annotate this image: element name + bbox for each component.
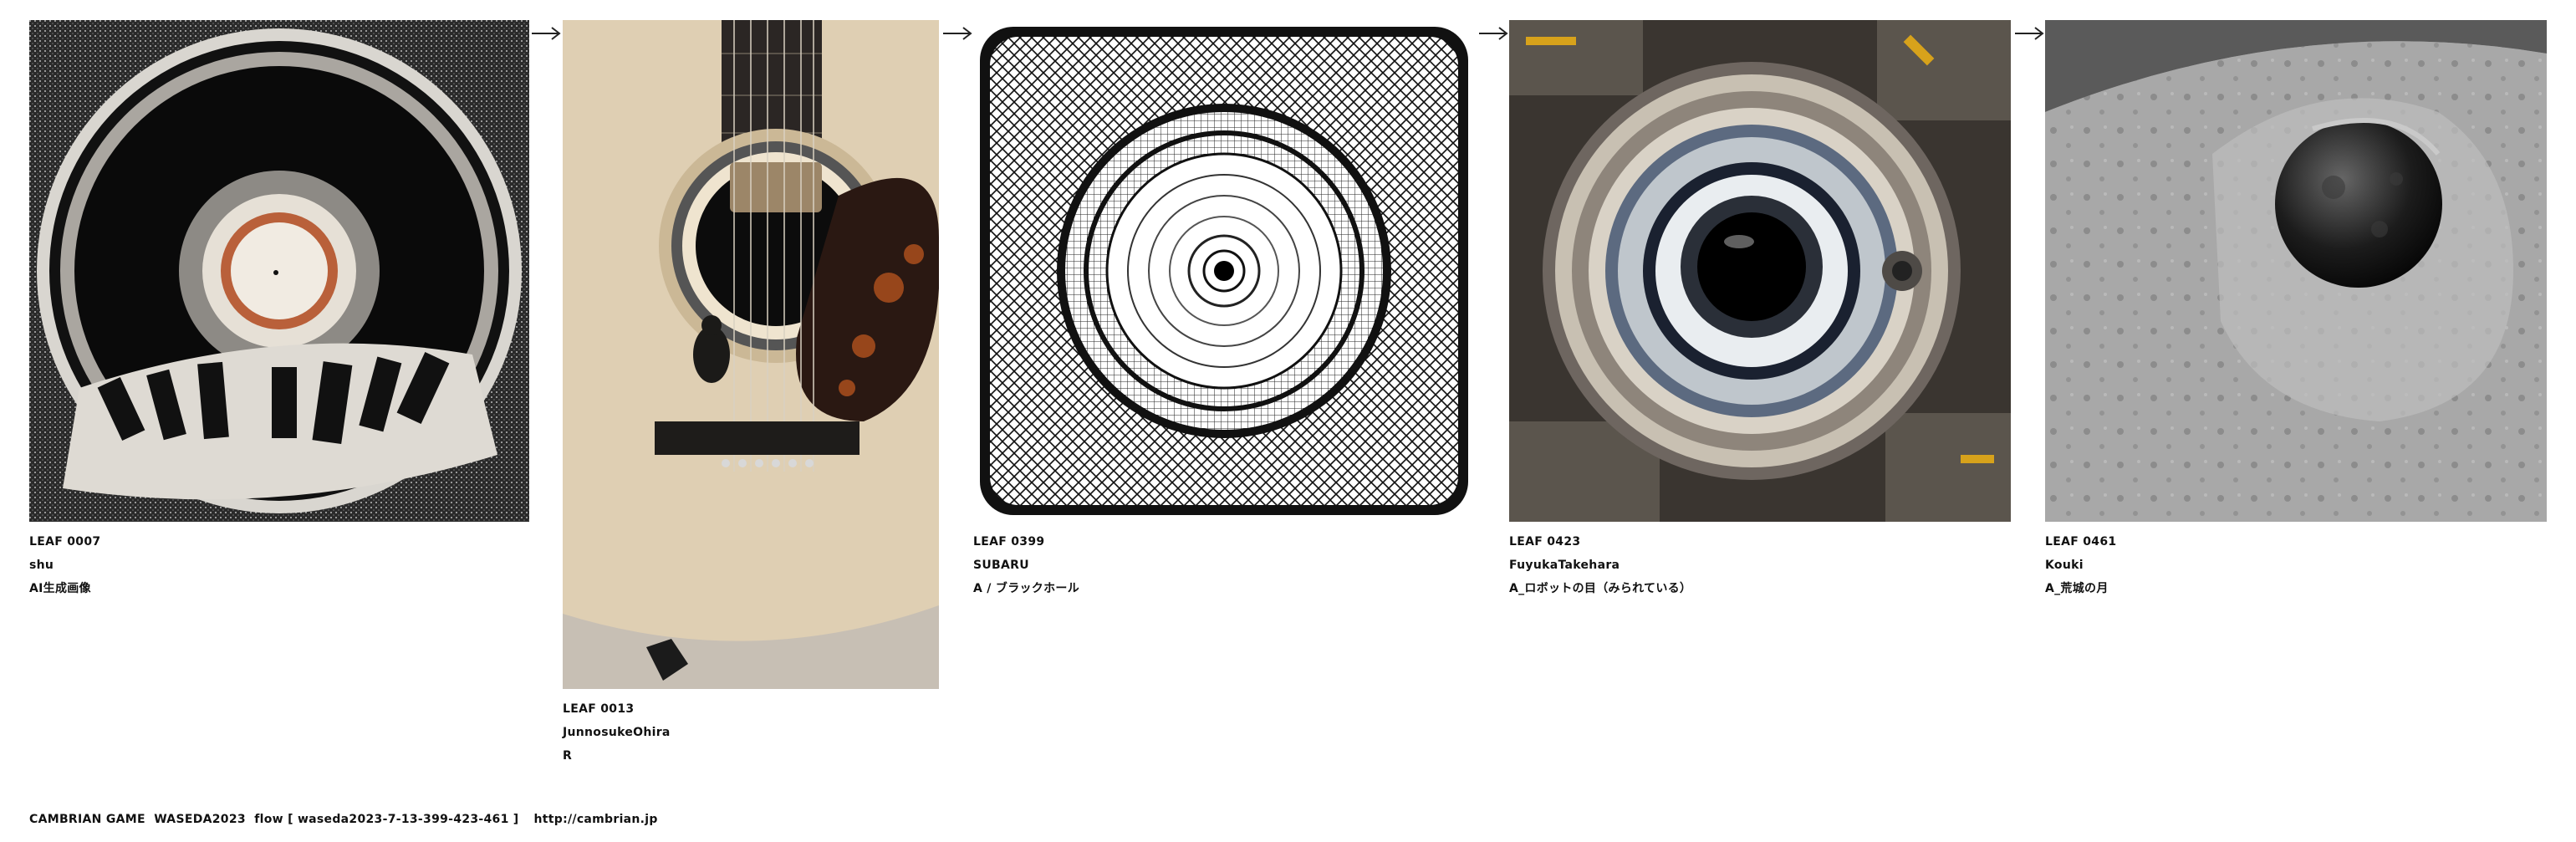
leaf-id: LEAF 0399 [973,535,1045,549]
leaf-card-0007[interactable]: LEAF 0007 shu AI生成画像 [29,20,529,600]
leaf-card-0399[interactable]: LEAF 0399 SUBARU A / ブラックホール [973,20,1475,600]
leaf-author: SUBARU [973,559,1029,572]
leaf-card-0423[interactable]: LEAF 0423 FuyukaTakehara A_ロボットの目（みられている… [1509,20,2011,600]
arrow-right-icon [1479,27,1508,40]
footer-link[interactable]: http://cambrian.jp [534,813,658,826]
footer-text: CAMBRIAN GAME WASEDA2023 flow [ waseda20… [29,813,519,826]
arrow-right-icon [943,27,972,40]
arrow-right-icon [2015,27,2044,40]
moon-surface-image[interactable] [2045,20,2547,522]
robot-eye-image[interactable] [1509,20,2011,522]
leaf-author: shu [29,559,54,572]
footer: CAMBRIAN GAME WASEDA2023 flow [ waseda20… [29,813,658,826]
leaf-title: A_荒城の月 [2045,582,2109,595]
leaf-author: JunnosukeOhira [563,726,671,739]
leaf-author: FuyukaTakehara [1509,559,1620,572]
guitar-beetle-photo[interactable] [563,20,939,689]
leaf-id: LEAF 0013 [563,702,635,716]
leaf-id: LEAF 0007 [29,535,101,549]
arrow-right-icon [532,27,561,40]
leaf-title: A_ロボットの目（みられている） [1509,582,1692,595]
blackhole-ornament-art[interactable] [973,20,1475,522]
leaf-card-0013[interactable]: LEAF 0013 JunnosukeOhira R [563,20,939,768]
leaf-title: R [563,749,573,763]
leaf-title: A / ブラックホール [973,582,1079,595]
leaf-id: LEAF 0461 [2045,535,2117,549]
vinyl-record-art-image[interactable] [29,20,529,522]
leaf-id: LEAF 0423 [1509,535,1581,549]
leaf-card-0461[interactable]: LEAF 0461 Kouki A_荒城の月 [2045,20,2547,600]
leaf-title: AI生成画像 [29,582,91,595]
leaf-author: Kouki [2045,559,2084,572]
